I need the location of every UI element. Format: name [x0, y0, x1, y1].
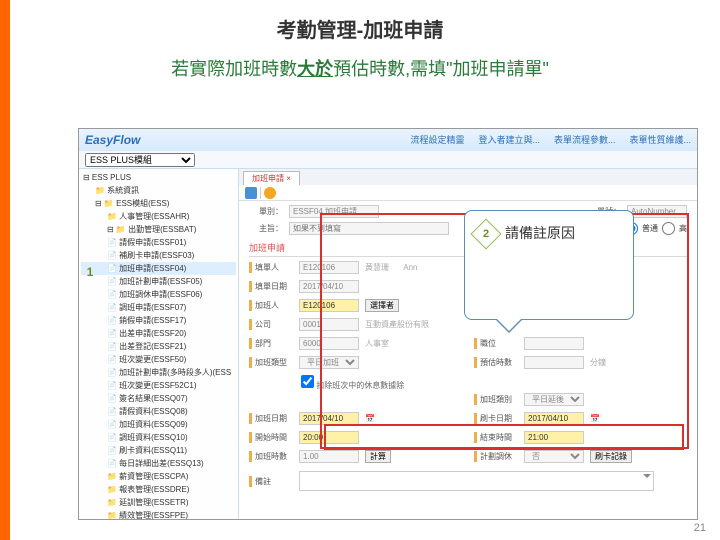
card-record-button[interactable]: 刷卡記錄 [590, 450, 632, 463]
app-screenshot: EasyFlow 流程設定精靈 登入者建立與... 表單流程參數... 表單性質… [78, 128, 698, 520]
slide-accent-bar [0, 0, 10, 540]
esthours-label: 預估時數 [474, 357, 518, 368]
tree-item[interactable]: 📄 調班資料(ESSQ10) [81, 431, 236, 444]
app-logo: EasyFlow [85, 133, 140, 147]
dept-field [299, 337, 359, 350]
hours-label: 加班時數 [249, 451, 293, 462]
deduct-break-checkbox[interactable] [301, 375, 314, 388]
post-field [524, 337, 584, 350]
starttime-label: 開始時間 [249, 432, 293, 443]
endtime-label: 結束時間 [474, 432, 518, 443]
slide-subtitle: 若實際加班時數大於預估時數,需填"加班申請單" [0, 51, 720, 91]
top-nav: 流程設定精靈 登入者建立與... 表單流程參數... 表單性質維護... [410, 133, 691, 146]
tree-item[interactable]: 📄 調班申請(ESSF07) [81, 301, 236, 314]
tree-item[interactable]: 📁 人事管理(ESSAHR) [81, 210, 236, 223]
tree-item[interactable]: ⊟ ESS PLUS [81, 171, 236, 184]
applydate-field [299, 280, 359, 293]
clockdate-field[interactable] [524, 412, 584, 425]
otperson-field[interactable] [299, 299, 359, 312]
tree-item[interactable]: 📁 薪資管理(ESSCPA) [81, 470, 236, 483]
page-number: 21 [694, 522, 706, 534]
tree-item[interactable]: 📁 延訓管理(ESSETR) [81, 496, 236, 509]
callout-bubble: 2 請備註原因 [464, 210, 634, 320]
paytype-label: 加班類別 [474, 394, 518, 405]
nav-link[interactable]: 登入者建立與... [478, 133, 540, 146]
save-icon[interactable] [245, 187, 257, 199]
otdate-label: 加班日期 [249, 413, 293, 424]
tab-strip: 加班申請 × [239, 169, 697, 185]
select-person-button[interactable]: 選擇者 [365, 299, 399, 312]
tree-item[interactable]: ⊟ 📁 出勤管理(ESSBAT) [81, 223, 236, 236]
comp-label: 計劃調休 [474, 451, 518, 462]
tab-overtime[interactable]: 加班申請 × [243, 171, 300, 185]
tree-sidebar[interactable]: ⊟ ESS PLUS📁 系統資訊⊟ 📁 ESS模組(ESS)📁 人事管理(ESS… [79, 169, 239, 519]
tree-item[interactable]: 📄 請假申請(ESSF01) [81, 236, 236, 249]
tree-item[interactable]: 📄 加班計劃申請(多時段多人)(ESS [81, 366, 236, 379]
tree-item[interactable]: 📄 銷假申請(ESSF17) [81, 314, 236, 327]
unit-label: 單別： [249, 206, 283, 217]
tree-item[interactable]: 📁 績效管理(ESSFPE) [81, 509, 236, 519]
otperson-label: 加班人 [249, 300, 293, 311]
applicant-label: 填單人 [249, 262, 293, 273]
tree-item[interactable]: 📄 請假資料(ESSQ08) [81, 405, 236, 418]
applydate-label: 填單日期 [249, 281, 293, 292]
comp-select[interactable]: 否 [524, 450, 584, 463]
form-toolbar [239, 185, 697, 201]
unit-field[interactable] [289, 205, 379, 218]
tree-item[interactable]: 📁 系統資訊 [81, 184, 236, 197]
company-label: 公司 [249, 319, 293, 330]
company-field [299, 318, 359, 331]
tree-item[interactable]: 📄 每日詳細出差(ESSQ13) [81, 457, 236, 470]
calendar-icon[interactable]: 📅 [590, 414, 600, 423]
subject-field[interactable] [289, 222, 449, 235]
applicant-field [299, 261, 359, 274]
otdate-field[interactable] [299, 412, 359, 425]
ottype-label: 加班類型 [249, 357, 293, 368]
endtime-field[interactable] [524, 431, 584, 444]
remark-textarea[interactable] [299, 471, 654, 491]
ottype-select[interactable]: 平日加班 [299, 356, 359, 369]
docno-field [627, 205, 687, 218]
remark-label: 備註 [249, 476, 293, 487]
tree-item[interactable]: 📄 出差登記(ESSF21) [81, 340, 236, 353]
annotation-marker-2: 2 [475, 223, 497, 245]
app-header: EasyFlow 流程設定精靈 登入者建立與... 表單流程參數... 表單性質… [79, 129, 697, 151]
tree-item[interactable]: 📄 加班調休申請(ESSF06) [81, 288, 236, 301]
calc-button[interactable]: 計算 [365, 450, 391, 463]
nav-link[interactable]: 流程設定精靈 [410, 133, 464, 146]
tree-item[interactable]: 📄 加班申請(ESSF04) [81, 262, 236, 275]
tree-item[interactable]: 📄 班次變更(ESSF50) [81, 353, 236, 366]
tree-item[interactable]: 📄 簽名結果(ESSQ07) [81, 392, 236, 405]
tree-item[interactable]: 📁 報表管理(ESSDRE) [81, 483, 236, 496]
starttime-field[interactable] [299, 431, 359, 444]
tree-item[interactable]: 📄 刷卡資料(ESSQ11) [81, 444, 236, 457]
nav-link[interactable]: 表單流程參數... [554, 133, 616, 146]
clockdate-label: 刷卡日期 [474, 413, 518, 424]
tree-item[interactable]: 📄 班次變更(ESSF52C1) [81, 379, 236, 392]
tree-item[interactable]: 📄 加班計劃申請(ESSF05) [81, 275, 236, 288]
subject-label: 主旨： [249, 223, 283, 234]
help-icon[interactable] [264, 187, 276, 199]
module-select[interactable]: ESS PLUS模組 [85, 153, 195, 167]
tree-item[interactable]: 📄 出差申請(ESSF20) [81, 327, 236, 340]
dept-label: 部門 [249, 338, 293, 349]
module-toolbar: ESS PLUS模組 [79, 151, 697, 169]
tree-item[interactable]: 📄 加班資料(ESSQ09) [81, 418, 236, 431]
calendar-icon[interactable]: 📅 [365, 414, 375, 423]
hours-field [299, 450, 359, 463]
tree-item[interactable]: ⊟ 📁 ESS模組(ESS) [81, 197, 236, 210]
slide-title: 考勤管理-加班申請 [0, 0, 720, 51]
nav-link[interactable]: 表單性質維護... [629, 133, 691, 146]
tree-item[interactable]: 📄 補刷卡申請(ESSF03) [81, 249, 236, 262]
esthours-field[interactable] [524, 356, 584, 369]
paytype-select[interactable]: 平日延後 [524, 393, 584, 406]
callout-text: 請備註原因 [505, 223, 575, 243]
